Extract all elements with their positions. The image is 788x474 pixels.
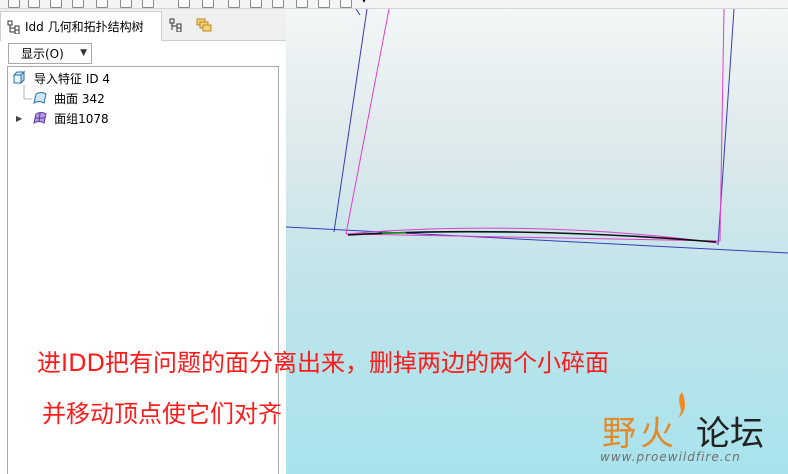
tab-model-tree[interactable] [168, 17, 184, 33]
toolbar-icon[interactable] [272, 0, 284, 8]
chevron-down-icon: ▼ [80, 48, 87, 58]
display-dropdown[interactable]: 显示(O) ▼ [8, 43, 92, 64]
logo-url: www.proewildfire.cn [600, 450, 741, 464]
toolbar-icon[interactable] [228, 0, 240, 8]
annotation-line-2: 并移动顶点使它们对齐 [42, 400, 282, 428]
chevron-down-icon[interactable]: ▾ [362, 0, 366, 5]
toolbar-icon[interactable] [96, 0, 108, 8]
toolbar-icon[interactable] [120, 0, 132, 8]
tree-item-surface[interactable]: 曲面 342 [32, 89, 105, 107]
logo-char-forum: 论坛 [696, 414, 764, 454]
toolbar-icon[interactable] [72, 0, 84, 8]
toolbar-icon[interactable] [142, 0, 154, 8]
toolbar-icon[interactable] [340, 0, 352, 8]
expand-arrow-icon[interactable]: ▶ [16, 114, 22, 123]
toolbar-icon[interactable] [318, 0, 330, 8]
tab-layers[interactable] [196, 17, 212, 33]
flame-icon [678, 392, 685, 418]
tree-item-label: 导入特征 ID 4 [34, 71, 111, 86]
proewildfire-watermark: 野 火 论坛 www.proewildfire.cn [600, 388, 788, 474]
toolbar-icon[interactable] [296, 0, 308, 8]
surface-icon [33, 92, 47, 105]
toolbar-icon[interactable] [250, 0, 262, 8]
feature-box-icon [12, 71, 26, 85]
tree-item-quilt[interactable]: ▶ 面组1078 [16, 109, 109, 127]
display-dropdown-label: 显示(O) [21, 47, 64, 61]
top-toolbar: ▾ [0, 0, 788, 9]
tree-structure-icon [7, 20, 20, 34]
layers-icon [196, 18, 212, 32]
toolbar-icon[interactable] [28, 0, 40, 8]
toolbar-icon[interactable] [178, 0, 190, 8]
tab-title: Idd 几何和拓扑结构树 [25, 20, 144, 34]
tree-item-label: 曲面 342 [54, 91, 105, 106]
annotation-line-1: 进IDD把有问题的面分离出来，删掉两边的两个小碎面 [37, 349, 610, 377]
logo-char-ye: 野 [602, 414, 636, 454]
toolbar-icon[interactable] [8, 0, 20, 8]
tab-geometry-topology-tree[interactable]: Idd 几何和拓扑结构树 [0, 11, 162, 41]
toolbar-icon[interactable] [202, 0, 214, 8]
quilt-icon [33, 112, 47, 125]
panel-tab-bar: Idd 几何和拓扑结构树 [0, 9, 286, 41]
tree-structure-icon [169, 18, 182, 32]
toolbar-icon[interactable] [50, 0, 62, 8]
tree-item-label: 面组1078 [54, 111, 109, 126]
